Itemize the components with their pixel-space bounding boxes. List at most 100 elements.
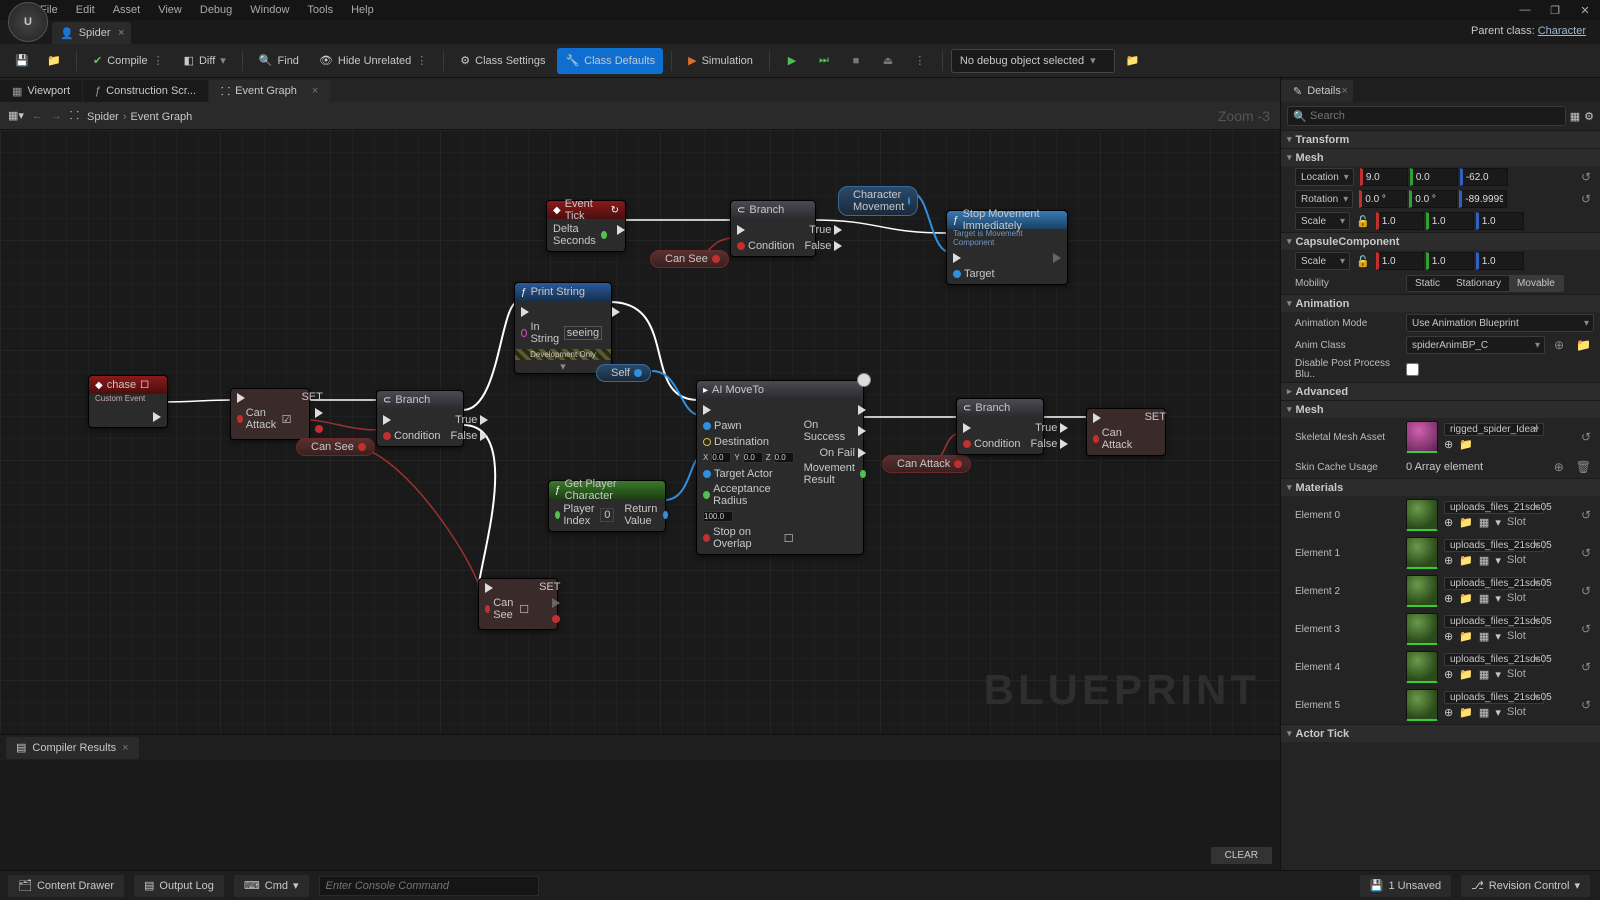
- disable-pp-checkbox[interactable]: [1406, 363, 1419, 376]
- menu-view[interactable]: View: [158, 4, 182, 16]
- settings-icon[interactable]: ⚙: [1584, 110, 1594, 123]
- console-input[interactable]: [319, 876, 539, 896]
- class-settings-button[interactable]: ⚙Class Settings: [452, 48, 553, 74]
- rotation-dropdown[interactable]: Rotation: [1295, 190, 1353, 208]
- use-icon[interactable]: ⊕: [1444, 592, 1453, 605]
- var-character-movement[interactable]: Character Movement: [838, 186, 918, 216]
- unsaved-button[interactable]: 💾 1 Unsaved: [1360, 875, 1451, 897]
- rotation-x[interactable]: [1359, 190, 1407, 208]
- material-dropdown[interactable]: uploads_files_21sds05: [1444, 615, 1544, 628]
- node-ai-moveto[interactable]: ▸ AI MoveTo Pawn Destination X Y Z Targe…: [696, 380, 864, 555]
- var-can-see-1[interactable]: Can See: [650, 250, 729, 268]
- mesh-thumbnail[interactable]: [1406, 421, 1438, 453]
- browse-icon[interactable]: 📁: [1459, 438, 1473, 451]
- find-button[interactable]: 🔍Find: [251, 48, 307, 74]
- tab-details[interactable]: ✎ Details×: [1281, 80, 1353, 102]
- browse-icon[interactable]: 📁: [1459, 592, 1473, 605]
- clear-button[interactable]: CLEAR: [1211, 847, 1272, 864]
- window-minimize-icon[interactable]: —: [1510, 0, 1540, 20]
- texture-icon[interactable]: ▦: [1479, 630, 1489, 643]
- location-dropdown[interactable]: Location: [1295, 168, 1354, 186]
- texture-icon[interactable]: ▦: [1479, 706, 1489, 719]
- details-search-input[interactable]: [1287, 106, 1566, 126]
- use-icon[interactable]: ⊕: [1444, 706, 1453, 719]
- revision-control-button[interactable]: ⎇ Revision Control ▾: [1461, 875, 1590, 897]
- menu-debug[interactable]: Debug: [200, 4, 232, 16]
- save-button[interactable]: 💾: [8, 48, 36, 74]
- scale-x[interactable]: [1376, 212, 1424, 230]
- compile-button[interactable]: ✔Compile ⋮: [85, 48, 172, 74]
- node-set-3[interactable]: Can See ☐SET: [478, 578, 558, 630]
- play-options-button[interactable]: ⋮: [906, 48, 934, 74]
- breadcrumb[interactable]: Spider›Event Graph: [87, 108, 192, 123]
- browse-icon[interactable]: 📁: [1459, 516, 1473, 529]
- scale-z[interactable]: [1476, 212, 1524, 230]
- menu-window[interactable]: Window: [250, 4, 289, 16]
- add-icon[interactable]: ⊕: [1551, 460, 1567, 474]
- material-dropdown[interactable]: uploads_files_21sds05: [1444, 577, 1544, 590]
- browse-button[interactable]: 📁: [40, 48, 68, 74]
- reset-icon[interactable]: ↺: [1578, 546, 1594, 560]
- nav-fwd-icon[interactable]: →: [51, 110, 62, 122]
- node-set-1[interactable]: Can Attack ☑SET: [230, 388, 310, 440]
- texture-icon[interactable]: ▦: [1479, 592, 1489, 605]
- location-y[interactable]: [1410, 168, 1458, 186]
- material-thumbnail[interactable]: [1406, 499, 1438, 531]
- cmd-button[interactable]: ⌨ Cmd ▾: [234, 875, 309, 897]
- use-icon[interactable]: ⊕: [1444, 668, 1453, 681]
- cat-mesh[interactable]: ▾Mesh: [1281, 148, 1600, 166]
- class-defaults-button[interactable]: 🔧Class Defaults: [557, 48, 663, 74]
- output-log-button[interactable]: ▤ Output Log: [134, 875, 224, 897]
- debug-object-selector[interactable]: No debug object selected▾: [951, 49, 1115, 73]
- lock-icon[interactable]: 🔓: [1356, 255, 1370, 268]
- reset-icon[interactable]: ↺: [1578, 508, 1594, 522]
- node-stop-movement[interactable]: ƒ Stop Movement Immediately Target is Mo…: [946, 210, 1068, 285]
- material-thumbnail[interactable]: [1406, 537, 1438, 569]
- ue-logo[interactable]: U: [8, 2, 48, 42]
- menu-asset[interactable]: Asset: [113, 4, 141, 16]
- rotation-y[interactable]: [1409, 190, 1457, 208]
- var-can-see-2[interactable]: Can See: [296, 438, 375, 456]
- debug-find-button[interactable]: 📁: [1119, 48, 1147, 74]
- close-icon[interactable]: ×: [312, 85, 318, 97]
- cat-mesh2[interactable]: ▾Mesh: [1281, 400, 1600, 418]
- cat-capsule[interactable]: ▾CapsuleComponent: [1281, 232, 1600, 250]
- tab-viewport[interactable]: ▦ Viewport: [0, 80, 82, 102]
- cat-animation[interactable]: ▾Animation: [1281, 294, 1600, 312]
- cat-actor-tick[interactable]: ▾Actor Tick: [1281, 724, 1600, 742]
- texture-icon[interactable]: ▦: [1479, 554, 1489, 567]
- chevron-down-icon[interactable]: ▾: [1495, 554, 1501, 567]
- close-icon[interactable]: ×: [118, 27, 124, 39]
- window-close-icon[interactable]: ✕: [1570, 0, 1600, 20]
- reset-icon[interactable]: ↺: [1578, 192, 1594, 206]
- browse-icon[interactable]: 📁: [1459, 668, 1473, 681]
- menu-edit[interactable]: Edit: [76, 4, 95, 16]
- scale-dropdown[interactable]: Scale: [1295, 252, 1350, 270]
- play-button[interactable]: ▶: [778, 48, 806, 74]
- chevron-down-icon[interactable]: ▾: [1495, 668, 1501, 681]
- node-event-tick[interactable]: ◆ Event Tick ↻ Delta Seconds: [546, 200, 626, 252]
- use-icon[interactable]: ⊕: [1444, 516, 1453, 529]
- mobility-selector[interactable]: StaticStationaryMovable: [1406, 275, 1564, 292]
- anim-mode-dropdown[interactable]: Use Animation Blueprint: [1406, 314, 1594, 332]
- scale-dropdown[interactable]: Scale: [1295, 212, 1350, 230]
- material-dropdown[interactable]: uploads_files_21sds05: [1444, 539, 1544, 552]
- rotation-z[interactable]: [1459, 190, 1507, 208]
- chevron-down-icon[interactable]: ▾: [1495, 592, 1501, 605]
- material-thumbnail[interactable]: [1406, 689, 1438, 721]
- trash-icon[interactable]: 🗑: [1573, 460, 1594, 474]
- material-thumbnail[interactable]: [1406, 613, 1438, 645]
- var-can-attack-2[interactable]: Can Attack: [882, 455, 971, 473]
- content-drawer-button[interactable]: 🗂 Content Drawer: [8, 875, 124, 897]
- material-thumbnail[interactable]: [1406, 651, 1438, 683]
- step-button[interactable]: ⏭: [810, 48, 838, 74]
- cat-materials[interactable]: ▾Materials: [1281, 478, 1600, 496]
- node-branch-1[interactable]: ⊂ Branch ConditionTrueFalse: [730, 200, 816, 257]
- node-set-2[interactable]: Can AttackSET: [1086, 408, 1166, 456]
- browse-icon[interactable]: 📁: [1459, 630, 1473, 643]
- tab-compiler-results[interactable]: ▤ Compiler Results ×: [6, 737, 139, 759]
- node-chase-event[interactable]: ◆ chase ☐ Custom Event: [88, 375, 168, 428]
- tab-event-graph[interactable]: ⸬ Event Graph×: [209, 80, 330, 102]
- cat-advanced[interactable]: ▸Advanced: [1281, 382, 1600, 400]
- new-icon[interactable]: ⊕: [1551, 338, 1567, 352]
